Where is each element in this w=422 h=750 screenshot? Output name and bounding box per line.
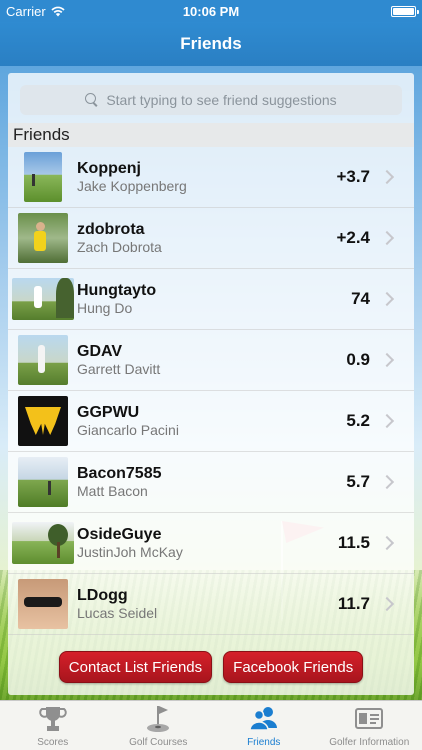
friend-username: GDAV	[77, 343, 123, 360]
friend-username: GGPWU	[77, 404, 140, 421]
friend-fullname: Zach Dobrota	[77, 239, 162, 255]
friend-username: Hungtayto	[77, 282, 157, 299]
friend-handicap: +3.7	[336, 167, 370, 186]
avatar	[18, 457, 68, 507]
contact-list-friends-button[interactable]: Contact List Friends	[58, 651, 213, 683]
friend-username: zdobrota	[77, 221, 145, 238]
search-input[interactable]: Start typing to see friend suggestions	[20, 85, 402, 115]
search-icon	[85, 93, 99, 107]
search-placeholder: Start typing to see friend suggestions	[106, 92, 337, 108]
battery-icon	[391, 5, 419, 17]
chevron-right-icon	[379, 474, 395, 490]
people-icon	[248, 707, 277, 731]
tab-golf-courses[interactable]: Golf Courses	[106, 701, 212, 750]
id-card-icon	[355, 708, 384, 729]
carrier-label: Carrier	[6, 3, 46, 19]
avatar	[18, 579, 68, 629]
friend-row[interactable]: zdobrota Zach Dobrota +2.4	[8, 208, 414, 269]
friend-fullname: Lucas Seidel	[77, 605, 158, 621]
status-right	[276, 5, 419, 17]
friend-handicap: 74	[351, 289, 370, 308]
friend-row[interactable]: Hungtayto Hung Do 74	[8, 269, 414, 330]
avatar	[12, 278, 74, 320]
friend-row[interactable]: Bacon7585 Matt Bacon 5.7	[8, 452, 414, 513]
friend-fullname: Jake Koppenberg	[77, 178, 187, 194]
friend-fullname: Matt Bacon	[77, 483, 148, 499]
chevron-right-icon	[379, 291, 395, 307]
friends-panel: Start typing to see friend suggestions F…	[8, 73, 414, 695]
friend-fullname: Giancarlo Pacini	[77, 422, 179, 438]
friend-username: LDogg	[77, 587, 128, 604]
tab-scores[interactable]: Scores	[0, 701, 106, 750]
avatar	[12, 522, 74, 564]
tab-label: Golfer Information	[329, 737, 410, 748]
friend-row[interactable]: Koppenj Jake Koppenberg +3.7	[8, 147, 414, 208]
friend-username: Koppenj	[77, 160, 141, 177]
friend-list: Koppenj Jake Koppenberg +3.7 zdobrota Za…	[8, 147, 414, 635]
status-left: Carrier	[6, 4, 146, 19]
friend-fullname: Garrett Davitt	[77, 361, 161, 377]
friend-handicap: 5.2	[346, 411, 370, 430]
status-time: 10:06 PM	[182, 3, 240, 19]
friend-handicap: +2.4	[336, 228, 370, 247]
avatar	[24, 152, 62, 202]
chevron-right-icon	[379, 596, 395, 612]
wu-logo-icon	[25, 407, 61, 435]
chevron-right-icon	[379, 169, 395, 185]
page-title: Friends	[180, 34, 242, 53]
chevron-right-icon	[379, 230, 395, 246]
friend-handicap: 0.9	[346, 350, 370, 369]
navigation-bar: Friends	[0, 22, 422, 66]
friend-row[interactable]: OsideGuye JustinJoh McKay 11.5	[8, 513, 414, 574]
chevron-right-icon	[379, 413, 395, 429]
friend-username: Bacon7585	[77, 465, 162, 482]
friend-fullname: Hung Do	[77, 300, 133, 316]
friend-row[interactable]: GGPWU Giancarlo Pacini 5.2	[8, 391, 414, 452]
trophy-icon	[39, 707, 67, 731]
friend-row[interactable]: LDogg Lucas Seidel 11.7	[8, 574, 414, 635]
section-header: Friends	[8, 123, 414, 147]
wifi-icon	[51, 6, 65, 16]
friend-username: OsideGuye	[77, 526, 162, 543]
tab-bar: Scores Golf Courses Friends Golfer Infor…	[0, 700, 422, 750]
avatar	[18, 396, 68, 446]
flag-hole-icon	[147, 706, 170, 732]
search-wrap: Start typing to see friend suggestions	[8, 73, 414, 123]
friend-row[interactable]: GDAV Garrett Davitt 0.9	[8, 330, 414, 391]
tab-golfer-information[interactable]: Golfer Information	[317, 701, 422, 750]
chevron-right-icon	[379, 352, 395, 368]
friend-handicap: 11.7	[337, 594, 370, 613]
friend-handicap: 11.5	[337, 533, 370, 552]
avatar	[18, 335, 68, 385]
tab-friends[interactable]: Friends	[211, 701, 317, 750]
avatar	[18, 213, 68, 263]
facebook-friends-button[interactable]: Facebook Friends	[223, 651, 364, 683]
chevron-right-icon	[379, 535, 395, 551]
friend-handicap: 5.7	[346, 472, 370, 491]
tab-label: Friends	[247, 737, 281, 748]
action-buttons: Contact List Friends Facebook Friends	[8, 651, 414, 683]
friend-fullname: JustinJoh McKay	[77, 544, 183, 560]
status-bar: Carrier 10:06 PM	[0, 0, 422, 22]
tab-label: Scores	[37, 737, 69, 748]
tab-label: Golf Courses	[129, 737, 188, 748]
